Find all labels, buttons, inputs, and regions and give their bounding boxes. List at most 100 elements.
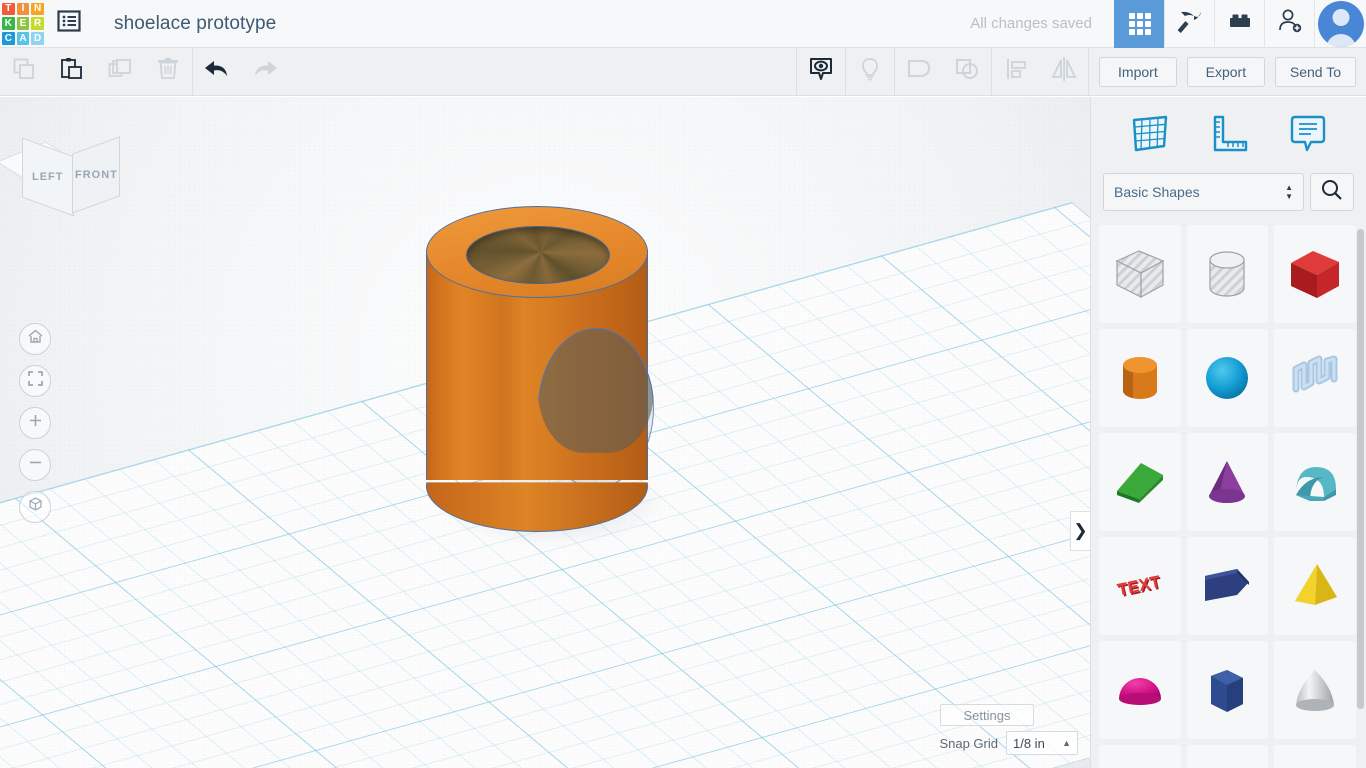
- shape-library-controls: Basic Shapes ▲ ▼: [1091, 173, 1366, 225]
- logo-tile-c: C: [2, 31, 15, 45]
- ruler-tool[interactable]: [1204, 109, 1252, 162]
- pickaxe-icon: [1176, 7, 1204, 40]
- project-title[interactable]: shoelace prototype: [114, 13, 276, 35]
- export-button[interactable]: Export: [1186, 56, 1265, 87]
- align-button[interactable]: [992, 48, 1040, 96]
- cube-perspective-icon: [27, 496, 44, 518]
- workplane-grid-icon: [1125, 109, 1173, 162]
- snap-grid-select[interactable]: 1/8 in ▲: [1006, 731, 1078, 755]
- copy-icon: [11, 56, 37, 87]
- shape-round-roof[interactable]: [1274, 433, 1356, 531]
- bricks-button[interactable]: [1214, 0, 1264, 48]
- tinkercad-logo[interactable]: TIN KER CAD: [0, 1, 46, 47]
- shape-scribble[interactable]: [1274, 329, 1356, 427]
- shape-text[interactable]: TEXT TEXT: [1099, 537, 1181, 635]
- shape-paraboloid[interactable]: [1274, 641, 1356, 739]
- notes-tool[interactable]: [1284, 109, 1332, 162]
- redo-button[interactable]: [241, 48, 289, 96]
- zoom-out-button[interactable]: [19, 449, 51, 481]
- delete-button[interactable]: [144, 48, 192, 96]
- shapes-panel: Basic Shapes ▲ ▼ TEXT TEXT: [1090, 97, 1366, 768]
- 3d-viewport[interactable]: TOP LEFT FRONT: [0, 97, 1090, 768]
- user-avatar-image: [1317, 0, 1364, 47]
- shape-half-sphere[interactable]: [1099, 641, 1181, 739]
- group-shape-icon: [905, 55, 933, 88]
- avatar[interactable]: [1314, 0, 1366, 48]
- shape-library-select[interactable]: Basic Shapes ▲ ▼: [1103, 173, 1304, 211]
- paste-button[interactable]: [48, 48, 96, 96]
- viewcube-face-left[interactable]: LEFT: [22, 137, 74, 217]
- tube-icon: [1196, 763, 1258, 768]
- zoom-in-button[interactable]: [19, 407, 51, 439]
- viewcube-front-label: FRONT: [74, 169, 118, 182]
- logo-tile-e: E: [16, 17, 30, 30]
- view-orientation-cube[interactable]: TOP LEFT FRONT: [0, 113, 120, 217]
- shape-grid-scroll-area[interactable]: TEXT TEXT: [1091, 225, 1366, 768]
- shape-torus[interactable]: [1099, 745, 1181, 768]
- shape-tube[interactable]: [1186, 745, 1269, 768]
- shape-box-hole[interactable]: [1099, 225, 1181, 323]
- invite-user-button[interactable]: [1264, 0, 1314, 48]
- shape-wedge[interactable]: [1274, 745, 1356, 768]
- home-view-button[interactable]: [19, 323, 51, 355]
- snap-grid-value: 1/8 in: [1013, 735, 1045, 751]
- hole-box-icon: [1109, 243, 1171, 305]
- codeblocks-button[interactable]: [1164, 0, 1214, 48]
- undo-button[interactable]: [193, 48, 241, 96]
- panel-collapse-toggle[interactable]: ❯: [1070, 511, 1090, 551]
- snap-grid-label: Snap Grid: [939, 735, 998, 751]
- shape-cone[interactable]: [1186, 433, 1269, 531]
- brick-icon: [1226, 7, 1254, 40]
- paste-icon: [59, 56, 85, 87]
- mirror-button[interactable]: [1040, 48, 1088, 96]
- logo-tile-n: N: [31, 2, 44, 16]
- shape-sphere[interactable]: [1186, 329, 1269, 427]
- light-button[interactable]: [846, 48, 894, 96]
- design-grid-button[interactable]: [1114, 0, 1164, 48]
- shape-cylinder[interactable]: [1099, 329, 1181, 427]
- scribble-icon: [1284, 347, 1346, 409]
- viewport-nav-buttons: [19, 323, 51, 533]
- navy-polygon-icon: [1196, 555, 1258, 617]
- shape-hex-prism[interactable]: [1186, 641, 1269, 739]
- shape-grid: TEXT TEXT: [1091, 225, 1366, 768]
- ungroup-button[interactable]: [943, 48, 991, 96]
- show-hide-button[interactable]: [797, 48, 845, 96]
- shape-pyramid[interactable]: [1274, 537, 1356, 635]
- red-box-icon: [1284, 243, 1346, 305]
- ruler-icon: [1204, 109, 1252, 162]
- orange-cylinder-icon: [1109, 347, 1171, 409]
- viewcube-face-front[interactable]: FRONT: [72, 136, 120, 214]
- plus-icon: [27, 412, 44, 434]
- caret-up-icon: ▲: [1062, 738, 1071, 748]
- search-icon: [1320, 178, 1344, 207]
- duplicate-button[interactable]: [96, 48, 144, 96]
- view-tool-group: [797, 47, 894, 96]
- model-orange-cylinder-with-holes[interactable]: [418, 206, 678, 548]
- import-button[interactable]: Import: [1098, 56, 1177, 87]
- eye-visibility-icon: [807, 55, 835, 88]
- home-icon: [27, 328, 44, 350]
- grid-9-icon: [1128, 12, 1151, 35]
- ortho-perspective-button[interactable]: [19, 491, 51, 523]
- edit-toolbar: Import Export Send To: [0, 47, 1366, 96]
- app-header: TIN KER CAD shoelace prototype All changes…: [0, 0, 1366, 48]
- workplane-tool[interactable]: [1125, 109, 1173, 162]
- shape-roof[interactable]: [1099, 433, 1181, 531]
- shape-box[interactable]: [1274, 225, 1356, 323]
- project-menu-button[interactable]: [46, 0, 92, 48]
- fit-to-view-button[interactable]: [19, 365, 51, 397]
- group-button[interactable]: [895, 48, 943, 96]
- align-icon: [1003, 56, 1029, 87]
- shape-search-button[interactable]: [1310, 173, 1354, 211]
- red-text-icon: TEXT TEXT: [1109, 555, 1171, 617]
- shape-cylinder-hole[interactable]: [1186, 225, 1269, 323]
- teal-round-roof-icon: [1284, 451, 1346, 513]
- fit-frame-icon: [27, 370, 44, 392]
- copy-button[interactable]: [0, 48, 48, 96]
- shape-grid-scrollbar[interactable]: [1357, 229, 1364, 709]
- shape-polygon[interactable]: [1186, 537, 1269, 635]
- send-to-button[interactable]: Send To: [1274, 56, 1356, 87]
- viewport-settings-button[interactable]: Settings: [940, 704, 1034, 726]
- magenta-half-sphere-icon: [1109, 659, 1171, 721]
